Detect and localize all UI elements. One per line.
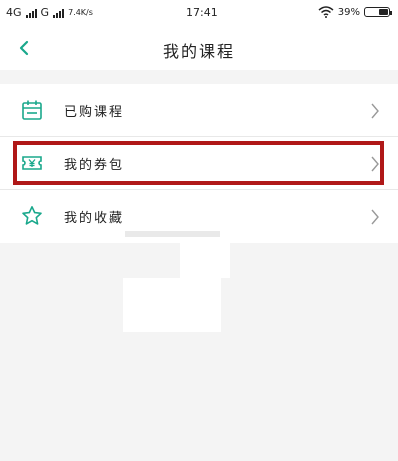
- battery-fill: [379, 9, 388, 15]
- chevron-right-icon: [371, 156, 379, 172]
- menu-item-label: 已购课程: [64, 105, 125, 120]
- coupon-icon: [22, 156, 42, 170]
- signal-strength-icon-2: [53, 8, 65, 18]
- calendar-icon: [22, 100, 42, 120]
- signal-strength-icon: [25, 8, 37, 18]
- chevron-right-icon: [371, 103, 379, 119]
- network-type-1: 4G: [6, 6, 22, 19]
- overlay-block: [123, 278, 221, 332]
- menu-item-my-coupons[interactable]: 我的券包: [0, 137, 398, 190]
- menu-item-purchased-courses[interactable]: 已购课程: [0, 84, 398, 137]
- title-bar: 我的课程: [0, 26, 398, 70]
- status-left: 4G G 7.4K/s: [6, 6, 93, 19]
- battery-percent: 39%: [337, 6, 360, 18]
- network-type-2: G: [40, 6, 50, 19]
- menu-item-label: 我的券包: [64, 158, 125, 173]
- chevron-right-icon: [371, 209, 379, 225]
- menu-item-label: 我的收藏: [64, 211, 125, 226]
- overlay-block: [180, 238, 230, 278]
- star-icon: [22, 206, 42, 225]
- wifi-icon: [318, 6, 334, 18]
- network-speed: 7.4K/s: [68, 8, 93, 17]
- status-time: 17:41: [186, 6, 218, 19]
- page-title: 我的课程: [162, 42, 235, 61]
- status-right: 39%: [318, 6, 392, 18]
- overlay-bar: [125, 231, 220, 237]
- battery-icon: [364, 7, 392, 17]
- status-bar: 4G G 7.4K/s 17:41 39%: [0, 0, 398, 26]
